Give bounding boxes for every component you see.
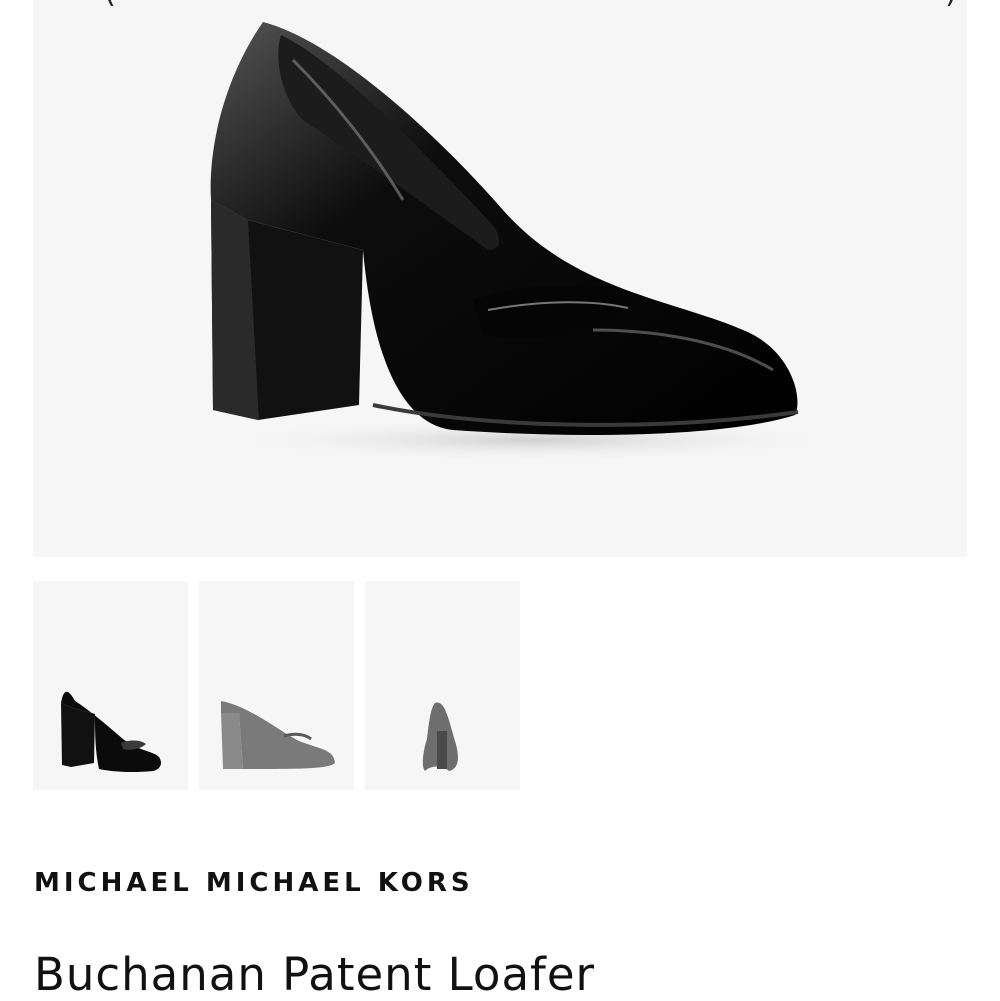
thumbnail-front[interactable] bbox=[365, 581, 520, 790]
shoe-main-image bbox=[210, 22, 853, 462]
product-title: Buchanan Patent Loafer bbox=[34, 948, 596, 1001]
thumbnail-side-angle[interactable] bbox=[33, 581, 188, 790]
product-hero-image[interactable]: ( ) bbox=[33, 0, 967, 557]
brand-name[interactable]: MICHAEL MICHAEL KORS bbox=[34, 868, 474, 898]
prev-image-arrow-icon[interactable]: ( bbox=[95, 0, 125, 8]
shoe-thumbnail-image bbox=[61, 691, 161, 773]
next-image-arrow-icon[interactable]: ) bbox=[936, 0, 966, 8]
shoe-thumbnail-image bbox=[221, 701, 335, 769]
thumbnail-side-profile[interactable] bbox=[199, 581, 354, 790]
shoe-thumbnail-image bbox=[422, 702, 458, 771]
